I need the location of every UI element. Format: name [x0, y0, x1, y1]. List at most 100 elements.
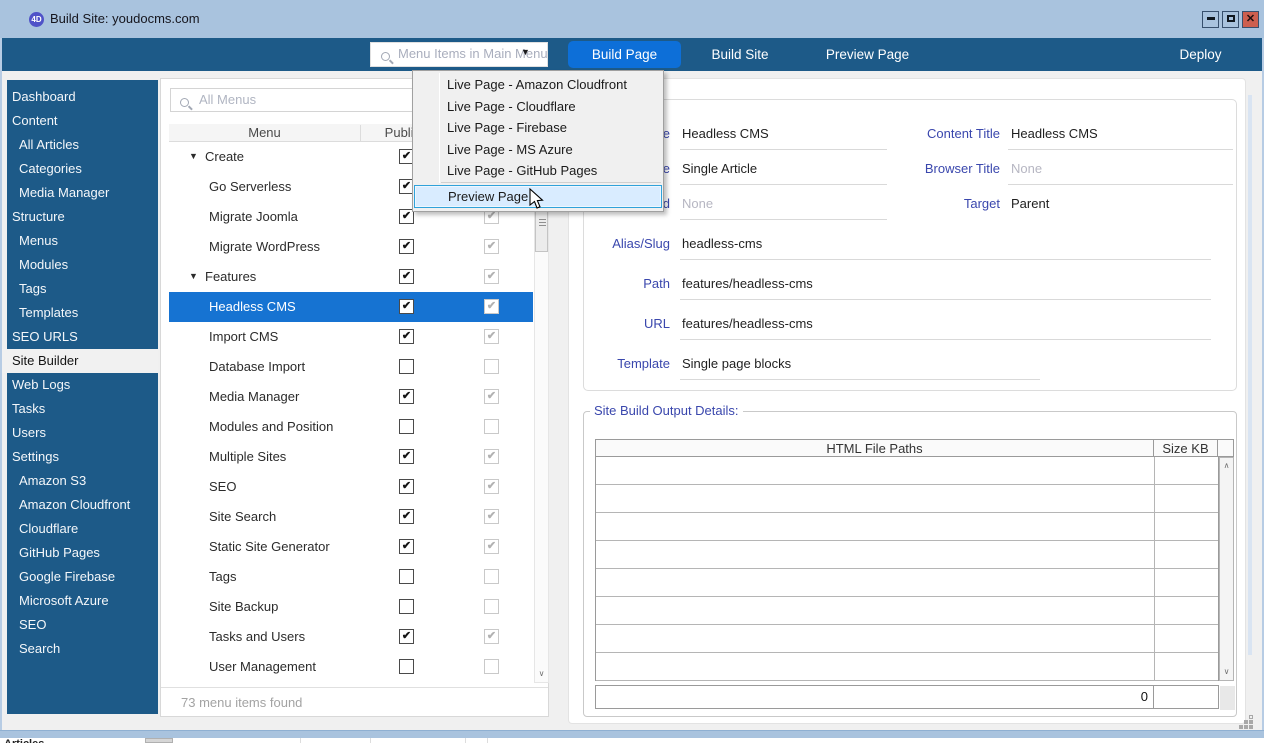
scroll-down-icon[interactable]: ∨ [535, 666, 548, 682]
scroll-up-icon[interactable]: ∧ [1220, 458, 1233, 474]
sidebar-item-amazon-s3[interactable]: Amazon S3 [2, 469, 158, 493]
resize-grip[interactable] [1250, 716, 1252, 718]
chevron-down-icon[interactable]: ▼ [521, 47, 530, 57]
published-checkbox [484, 599, 499, 614]
toolbar-button-build-page[interactable]: Build Page [568, 41, 681, 68]
column-header-html-file-paths[interactable]: HTML File Paths [596, 440, 1154, 457]
menu-row-modules-and-position[interactable]: Modules and Position [169, 412, 533, 442]
sidebar-item-media-manager[interactable]: Media Manager [2, 181, 158, 205]
sidebar-item-web-logs[interactable]: Web Logs [2, 373, 158, 397]
toolbar-button-build-site[interactable]: Build Site [695, 41, 785, 68]
sidebar-item-dashboard[interactable]: Dashboard [2, 85, 158, 109]
menu-row-features[interactable]: ▼Features✔✔ [169, 262, 533, 292]
publish-checkbox[interactable]: ✔ [399, 239, 414, 254]
group-legend: Site Build Output Details: [590, 403, 743, 418]
scroll-down-icon[interactable]: ∨ [1220, 664, 1233, 680]
field-value[interactable]: features/headless-cms [682, 316, 813, 331]
field-value[interactable]: Headless CMS [682, 126, 769, 141]
publish-checkbox[interactable]: ✔ [399, 329, 414, 344]
publish-checkbox[interactable]: ✔ [399, 389, 414, 404]
close-button[interactable]: ✕ [1242, 11, 1259, 28]
menu-item-live-page-amazon-cloudfront[interactable]: Live Page - Amazon Cloudfront [447, 74, 627, 95]
menu-item-live-page-ms-azure[interactable]: Live Page - MS Azure [447, 139, 573, 160]
menu-row-seo[interactable]: SEO✔✔ [169, 472, 533, 502]
field-value[interactable]: headless-cms [682, 236, 762, 251]
sidebar-item-settings[interactable]: Settings [2, 445, 158, 469]
menu-row-database-import[interactable]: Database Import [169, 352, 533, 382]
publish-checkbox[interactable]: ✔ [399, 479, 414, 494]
publish-checkbox[interactable] [399, 599, 414, 614]
sidebar-item-tags[interactable]: Tags [2, 277, 158, 301]
page-details-card: eHeadless CMSeSingle ArticledNoneAlias/S… [583, 99, 1237, 391]
field-value[interactable]: None [1011, 161, 1042, 176]
sidebar-item-cloudflare[interactable]: Cloudflare [2, 517, 158, 541]
sidebar-item-menus[interactable]: Menus [2, 229, 158, 253]
published-checkbox: ✔ [484, 329, 499, 344]
field-value[interactable]: Single Article [682, 161, 757, 176]
published-checkbox: ✔ [484, 449, 499, 464]
publish-checkbox[interactable]: ✔ [399, 629, 414, 644]
field-value[interactable]: Single page blocks [682, 356, 791, 371]
publish-checkbox[interactable]: ✔ [399, 539, 414, 554]
publish-checkbox[interactable]: ✔ [399, 299, 414, 314]
menu-item-live-page-github-pages[interactable]: Live Page - GitHub Pages [447, 160, 597, 181]
toolbar-button-preview-page[interactable]: Preview Page [810, 41, 925, 68]
expand-triangle-icon[interactable]: ▼ [189, 151, 198, 161]
toolbar-button-deploy[interactable]: Deploy [1158, 41, 1243, 68]
publish-checkbox[interactable]: ✔ [399, 509, 414, 524]
menu-row-media-manager[interactable]: Media Manager✔✔ [169, 382, 533, 412]
sidebar-item-seo[interactable]: SEO [2, 613, 158, 637]
publish-checkbox[interactable]: ✔ [399, 449, 414, 464]
sidebar-item-structure[interactable]: Structure [2, 205, 158, 229]
menu-row-site-search[interactable]: Site Search✔✔ [169, 502, 533, 532]
menu-row-tasks-and-users[interactable]: Tasks and Users✔✔ [169, 622, 533, 652]
menu-row-user-management[interactable]: User Management [169, 652, 533, 682]
sidebar-item-microsoft-azure[interactable]: Microsoft Azure [2, 589, 158, 613]
sidebar-item-modules[interactable]: Modules [2, 253, 158, 277]
sidebar-item-site-builder[interactable]: Site Builder [2, 349, 158, 373]
menu-row-multiple-sites[interactable]: Multiple Sites✔✔ [169, 442, 533, 472]
menu-row-import-cms[interactable]: Import CMS✔✔ [169, 322, 533, 352]
publish-checkbox[interactable] [399, 419, 414, 434]
sidebar-item-search[interactable]: Search [2, 637, 158, 661]
window-bottom-border [0, 730, 1264, 738]
sidebar-item-google-firebase[interactable]: Google Firebase [2, 565, 158, 589]
field-underline [680, 379, 1040, 380]
background-window-text: Articles [4, 738, 44, 743]
published-checkbox: ✔ [484, 269, 499, 284]
minimize-button[interactable] [1202, 11, 1219, 28]
maximize-button[interactable] [1222, 11, 1239, 28]
menu-item-live-page-cloudflare[interactable]: Live Page - Cloudflare [447, 96, 576, 117]
window-edge-strip [1248, 95, 1252, 655]
sidebar-item-seo-urls[interactable]: SEO URLS [2, 325, 158, 349]
sidebar-item-github-pages[interactable]: GitHub Pages [2, 541, 158, 565]
menu-row-static-site-generator[interactable]: Static Site Generator✔✔ [169, 532, 533, 562]
sidebar-item-templates[interactable]: Templates [2, 301, 158, 325]
field-value[interactable]: None [682, 196, 713, 211]
menu-item-live-page-firebase[interactable]: Live Page - Firebase [447, 117, 567, 138]
publish-checkbox[interactable] [399, 569, 414, 584]
sidebar-item-users[interactable]: Users [2, 421, 158, 445]
title-bar: 4D Build Site: youdocms.com ✕ [0, 0, 1264, 38]
menu-row-migrate-wordpress[interactable]: Migrate WordPress✔✔ [169, 232, 533, 262]
column-header-menu[interactable]: Menu [169, 124, 360, 142]
details-panel: eHeadless CMSeSingle ArticledNoneAlias/S… [568, 78, 1246, 724]
publish-checkbox[interactable] [399, 359, 414, 374]
sidebar-item-categories[interactable]: Categories [2, 157, 158, 181]
sidebar-item-all-articles[interactable]: All Articles [2, 133, 158, 157]
expand-triangle-icon[interactable]: ▼ [189, 271, 198, 281]
sidebar-item-tasks[interactable]: Tasks [2, 397, 158, 421]
publish-checkbox[interactable] [399, 659, 414, 674]
sidebar-item-amazon-cloudfront[interactable]: Amazon Cloudfront [2, 493, 158, 517]
field-value[interactable]: Parent [1011, 196, 1049, 211]
field-value[interactable]: features/headless-cms [682, 276, 813, 291]
menu-row-tags[interactable]: Tags [169, 562, 533, 592]
sidebar-item-content[interactable]: Content [2, 109, 158, 133]
field-label-template: Template [584, 356, 670, 371]
field-value[interactable]: Headless CMS [1011, 126, 1098, 141]
publish-checkbox[interactable]: ✔ [399, 269, 414, 284]
menu-row-site-backup[interactable]: Site Backup [169, 592, 533, 622]
menu-row-headless-cms[interactable]: Headless CMS✔✔ [169, 292, 533, 322]
output-scrollbar[interactable]: ∧ ∨ [1219, 457, 1234, 681]
column-header-size-kb[interactable]: Size KB [1154, 440, 1218, 457]
